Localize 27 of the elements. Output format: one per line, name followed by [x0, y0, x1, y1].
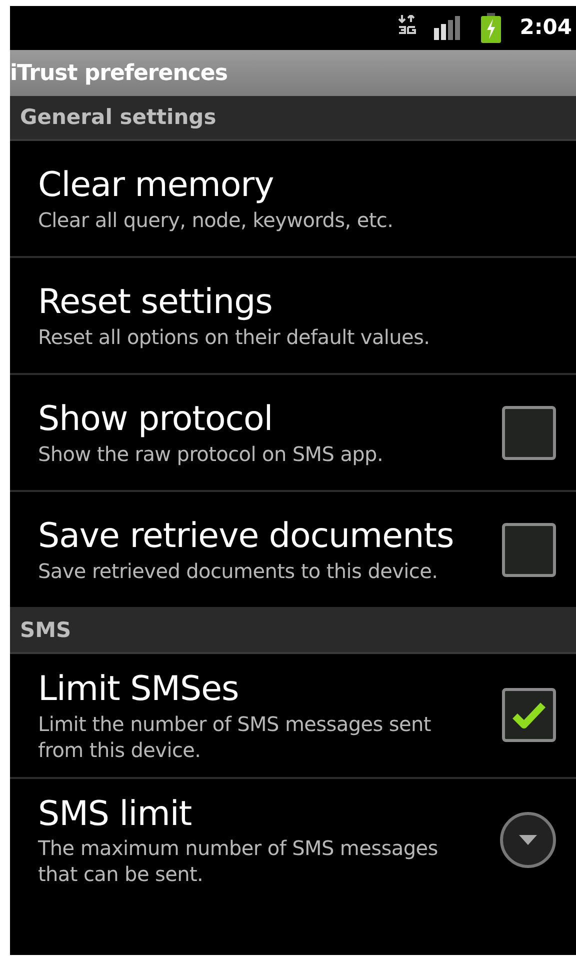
preference-row[interactable]: Limit SMSes Limit the number of SMS messages sent from this device. [10, 654, 576, 778]
preference-title: Save retrieve documents [38, 515, 455, 558]
preference-summary: Reset all options on their default values. [38, 324, 431, 350]
check-icon [511, 700, 547, 730]
preference-title: Show protocol [38, 398, 274, 441]
preference-title: SMS limit [38, 792, 193, 835]
preference-summary: Save retrieved documents to this device. [38, 558, 439, 584]
checkbox[interactable] [502, 522, 556, 576]
preference-row[interactable]: Reset settings Reset all options on their default values. [10, 258, 576, 375]
checkbox[interactable] [502, 688, 556, 742]
preference-summary: Show the raw protocol on SMS app. [38, 440, 384, 467]
clock-time: 2:04 [520, 14, 572, 42]
preference-title: Limit SMSes [38, 668, 240, 710]
preference-summary: Clear all query, node, keywords, etc. [38, 206, 394, 233]
section-header-text: General settings [20, 104, 216, 131]
section-header-text: SMS [20, 616, 72, 644]
preference-title: Clear memory [38, 164, 275, 207]
caret-icon [519, 834, 537, 845]
preference-title: Reset settings [38, 281, 274, 324]
preference-summary: The maximum number of SMS messages that can be sent. [38, 835, 439, 887]
screen-title: iTrust preferences [10, 60, 228, 88]
signal-icon [434, 16, 462, 40]
preference-row[interactable]: Show protocol Show the raw protocol on SMS app. [10, 375, 576, 492]
checkbox[interactable] [502, 406, 556, 460]
preference-row[interactable]: SMS limit The maximum number of SMS messages that can be sent. [10, 778, 576, 901]
preference-row[interactable]: Clear memory Clear all query, node, keywords, etc. [10, 141, 576, 258]
preference-summary: Limit the number of SMS messages sent from this device. [38, 710, 432, 762]
